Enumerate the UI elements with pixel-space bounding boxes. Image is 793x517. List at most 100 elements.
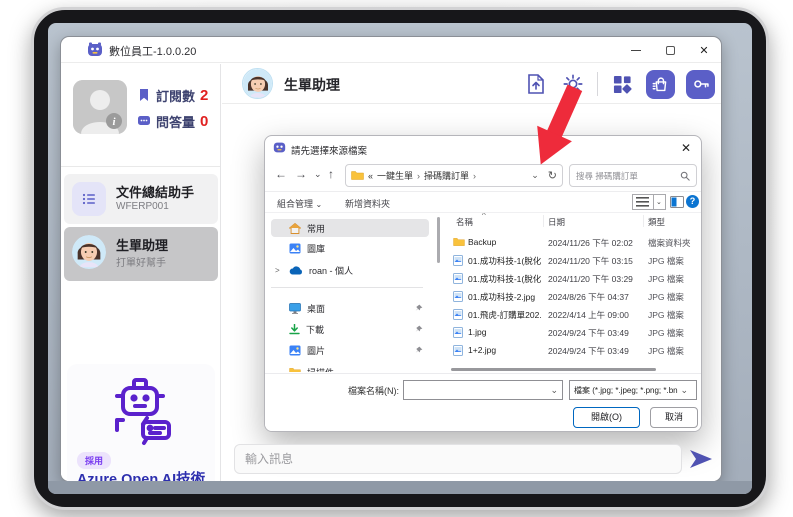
column-separator[interactable]: [643, 215, 644, 227]
column-header-type[interactable]: 類型: [648, 216, 665, 228]
chat-message-input[interactable]: [234, 444, 682, 474]
file-name: 1.jpg: [468, 327, 542, 337]
chat-title: 生單助理: [284, 75, 340, 95]
address-dropdown-icon[interactable]: ⌄: [531, 170, 539, 181]
onedrive-cloud-icon: [289, 266, 303, 275]
apps-grid-button[interactable]: [609, 71, 635, 97]
breadcrumb-segment[interactable]: 掃碼購訂單: [424, 169, 469, 182]
upload-file-icon: [526, 73, 546, 95]
column-header-name[interactable]: 名稱: [456, 216, 473, 228]
nav-label: 下載: [306, 323, 324, 336]
folder-icon: [453, 237, 465, 247]
sidebar-divider: [61, 166, 220, 167]
nav-scrollbar[interactable]: [437, 217, 440, 263]
chevron-down-icon: ⌄: [550, 385, 562, 396]
filename-input[interactable]: [404, 385, 550, 395]
filetype-select[interactable]: 檔案 (*.jpg; *.jpeg; *.png; *.bn ⌄: [569, 380, 697, 400]
nav-item-home[interactable]: 常用: [271, 219, 429, 237]
dialog-title: 請先選擇來源檔案: [291, 143, 367, 157]
settings-button[interactable]: [560, 71, 586, 97]
column-header-date[interactable]: 日期: [548, 216, 565, 228]
send-icon: [689, 449, 713, 469]
list-view-icon: [636, 197, 650, 207]
nav-item-gallery[interactable]: 圖庫: [271, 239, 429, 257]
cancel-button[interactable]: 取消: [650, 407, 698, 428]
breadcrumb-segment[interactable]: 一鍵生單: [377, 169, 413, 182]
nav-item-folder-clipped[interactable]: 掃描件: [271, 363, 429, 372]
dialog-close-button[interactable]: ✕: [681, 141, 691, 155]
file-type: 檔案資料夾: [648, 237, 701, 249]
column-separator[interactable]: [543, 215, 544, 227]
nav-item-pictures[interactable]: 圖片: [271, 341, 429, 359]
view-mode-button[interactable]: ⌄: [632, 194, 666, 210]
up-button[interactable]: ↑: [328, 167, 334, 181]
horizontal-scrollbar[interactable]: [451, 368, 656, 371]
search-input[interactable]: [576, 171, 680, 181]
address-bar[interactable]: « 一鍵生單 › 掃碼購訂單 › ⌄ ↻: [345, 164, 563, 187]
key-button[interactable]: [686, 70, 715, 99]
file-row[interactable]: 01.成功科技-1(脫化... 2024/11/20 下午 03:15 JPG …: [448, 253, 701, 269]
breadcrumb-separator: ›: [417, 171, 420, 181]
file-row[interactable]: 01.成功科技-2.jpg 2024/8/26 下午 04:37 JPG 檔案: [448, 289, 701, 305]
file-type: JPG 檔案: [648, 291, 701, 303]
dialog-footer: 檔案名稱(N): ⌄ 檔案 (*.jpg; *.jpeg; *.png; *.b…: [265, 373, 701, 432]
dialog-toolbar: ← → ⌄ ↑ « 一鍵生單 › 掃碼購訂單 ›: [265, 159, 701, 192]
dialog-commandbar: 組合管理 ⌄ 新增資料夾 ⌄ ?: [265, 192, 701, 213]
minimize-icon: [631, 50, 641, 51]
refresh-icon[interactable]: ↻: [548, 169, 557, 182]
nav-item-desktop[interactable]: 桌面: [271, 299, 429, 317]
file-row[interactable]: Backup 2024/11/26 下午 02:02 檔案資料夾: [448, 235, 701, 251]
answers-stat: 問答量 0: [137, 108, 208, 134]
chat-bubble-icon: [137, 114, 151, 128]
person-silhouette-icon: i: [73, 80, 127, 134]
pin-icon: [415, 325, 423, 333]
file-type: JPG 檔案: [648, 309, 701, 321]
filetype-value: 檔案 (*.jpg; *.jpeg; *.png; *.bn: [574, 385, 680, 396]
forward-button[interactable]: →: [295, 167, 307, 181]
new-folder-button[interactable]: 新增資料夾: [345, 197, 390, 210]
shopping-bag-icon: [652, 76, 669, 93]
maximize-button[interactable]: [653, 37, 687, 63]
dialog-logo-icon: [273, 141, 286, 154]
search-box[interactable]: [569, 164, 697, 187]
file-date: 2024/11/26 下午 02:02: [548, 237, 645, 249]
nav-item-onedrive[interactable]: > roan - 個人: [271, 261, 429, 279]
file-type: JPG 檔案: [648, 327, 701, 339]
open-button[interactable]: 開啟(O): [573, 407, 640, 428]
close-button[interactable]: ✕: [687, 37, 721, 63]
organize-menu[interactable]: 組合管理 ⌄: [277, 197, 322, 210]
desktop-icon: [289, 303, 301, 314]
file-row[interactable]: 01.飛虎-訂購單202... 2022/4/14 上午 09:00 JPG 檔…: [448, 307, 701, 323]
filename-combobox[interactable]: ⌄: [403, 380, 563, 400]
file-date: 2024/9/24 下午 03:49: [548, 327, 645, 339]
file-row[interactable]: 01.成功科技-1(脫化... 2024/11/20 下午 03:29 JPG …: [448, 271, 701, 287]
view-dropdown-icon: ⌄: [656, 198, 662, 206]
back-button[interactable]: ←: [275, 167, 287, 181]
nav-label: 桌面: [307, 302, 325, 315]
recent-locations-button[interactable]: ⌄: [314, 169, 322, 180]
file-row[interactable]: 1.jpg 2024/9/24 下午 03:49 JPG 檔案: [448, 325, 701, 341]
help-button[interactable]: ?: [686, 195, 699, 208]
pictures-icon: [289, 345, 301, 356]
file-type: JPG 檔案: [648, 255, 701, 267]
image-file-icon: [453, 309, 463, 320]
minimize-button[interactable]: [619, 37, 653, 63]
avatar-placeholder[interactable]: i: [73, 80, 127, 134]
file-row[interactable]: 1+2.jpg 2024/9/24 下午 03:49 JPG 檔案: [448, 343, 701, 359]
nav-item-downloads[interactable]: 下載: [271, 320, 429, 338]
expander-icon[interactable]: >: [275, 266, 280, 275]
file-name: Backup: [468, 237, 542, 247]
store-button[interactable]: [646, 70, 675, 99]
pin-icon: [415, 304, 423, 312]
file-name: 01.成功科技-1(脫化...: [468, 255, 542, 267]
preview-pane-button[interactable]: [670, 196, 684, 208]
upload-file-button[interactable]: [523, 71, 549, 97]
sidebar: i 訂閱數 2 問答量 0: [61, 64, 221, 482]
send-button[interactable]: [688, 446, 714, 472]
folder-icon: [351, 170, 364, 181]
sidebar-item-doc-summary[interactable]: 文件總結助手 WFERP001: [64, 174, 218, 224]
file-name: 01.成功科技-1(脫化...: [468, 273, 542, 285]
chat-input-bar: [222, 437, 722, 481]
sidebar-item-order-assistant[interactable]: 生單助理 打單好幫手: [64, 227, 218, 281]
sort-asc-icon: ^: [482, 213, 486, 220]
